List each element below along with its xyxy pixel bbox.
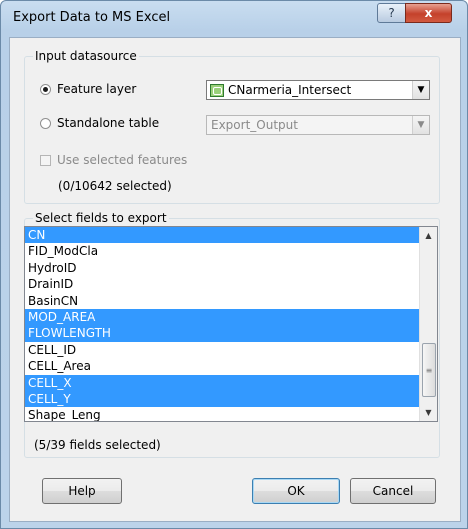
use-selected-features-option[interactable]: Use selected features: [40, 153, 187, 167]
field-list-item[interactable]: CELL_ID: [25, 342, 420, 358]
feature-layer-radio[interactable]: [40, 83, 51, 95]
cancel-button[interactable]: Cancel: [350, 478, 436, 504]
feature-layer-select[interactable]: CNarmeria_Intersect ▼: [206, 80, 430, 100]
standalone-table-select[interactable]: Export_Output ▼: [206, 115, 430, 135]
close-icon: x: [424, 6, 433, 20]
input-datasource-legend: Input datasource: [33, 49, 139, 63]
fields-count: (5/39 fields selected): [34, 438, 161, 452]
use-selected-features-checkbox[interactable]: [40, 154, 51, 166]
field-list-item[interactable]: CN: [25, 227, 420, 244]
help-button-label: Help: [68, 484, 96, 498]
fields-list: CN FID_ModCla HydroID DrainID BasinCN MOD_ARE…: [25, 227, 420, 421]
title-bar[interactable]: Export Data to MS Excel ? x: [1, 1, 467, 37]
scroll-down-icon[interactable]: ▼: [420, 404, 437, 421]
chevron-down-icon[interactable]: ▼: [412, 116, 429, 134]
selection-count: (0/10642 selected): [58, 179, 172, 193]
field-list-item[interactable]: HydroID: [25, 260, 420, 276]
cancel-button-label: Cancel: [372, 484, 414, 498]
scroll-thumb[interactable]: ≡: [422, 343, 436, 397]
use-selected-features-label: Use selected features: [57, 153, 188, 167]
standalone-table-option[interactable]: Standalone table: [40, 116, 159, 130]
feature-layer-label: Feature layer: [57, 82, 137, 96]
fields-listbox[interactable]: CN FID_ModCla HydroID DrainID BasinCN MOD_ARE…: [24, 226, 438, 422]
field-list-item[interactable]: BasinCN: [25, 293, 420, 309]
ok-button-label: OK: [287, 484, 305, 498]
field-list-item[interactable]: CELL_Area: [25, 358, 420, 374]
field-list-item[interactable]: FLOWLENGTH: [25, 325, 420, 342]
dialog-body: Input datasource Feature layer CNarmeria…: [9, 37, 461, 522]
field-list-item[interactable]: MOD_AREA: [25, 308, 420, 326]
field-list-item[interactable]: FID_ModCla: [25, 243, 420, 259]
feature-layer-value: CNarmeria_Intersect: [228, 83, 352, 97]
polygon-layer-icon: [210, 83, 224, 97]
chevron-down-icon[interactable]: ▼: [412, 81, 429, 99]
standalone-table-radio[interactable]: [40, 117, 51, 129]
select-fields-legend: Select fields to export: [33, 211, 169, 225]
fields-scrollbar[interactable]: ▲ ≡ ▼: [419, 227, 437, 421]
question-icon: ?: [388, 6, 395, 20]
field-list-item[interactable]: Shape_Leng: [25, 407, 420, 421]
dialog-title: Export Data to MS Excel: [13, 10, 171, 25]
field-list-item[interactable]: DrainID: [25, 276, 420, 292]
help-title-button[interactable]: ?: [377, 3, 406, 23]
close-button[interactable]: x: [405, 3, 452, 23]
field-list-item[interactable]: CELL_X: [25, 374, 420, 391]
help-button[interactable]: Help: [42, 478, 122, 504]
field-list-item[interactable]: CELL_Y: [25, 390, 420, 408]
scroll-up-icon[interactable]: ▲: [420, 227, 437, 244]
export-dialog: Export Data to MS Excel ? x Input dataso…: [0, 0, 468, 529]
standalone-table-label: Standalone table: [57, 116, 160, 130]
feature-layer-option[interactable]: Feature layer: [40, 82, 136, 96]
standalone-table-value: Export_Output: [211, 118, 298, 132]
ok-button[interactable]: OK: [252, 478, 340, 504]
